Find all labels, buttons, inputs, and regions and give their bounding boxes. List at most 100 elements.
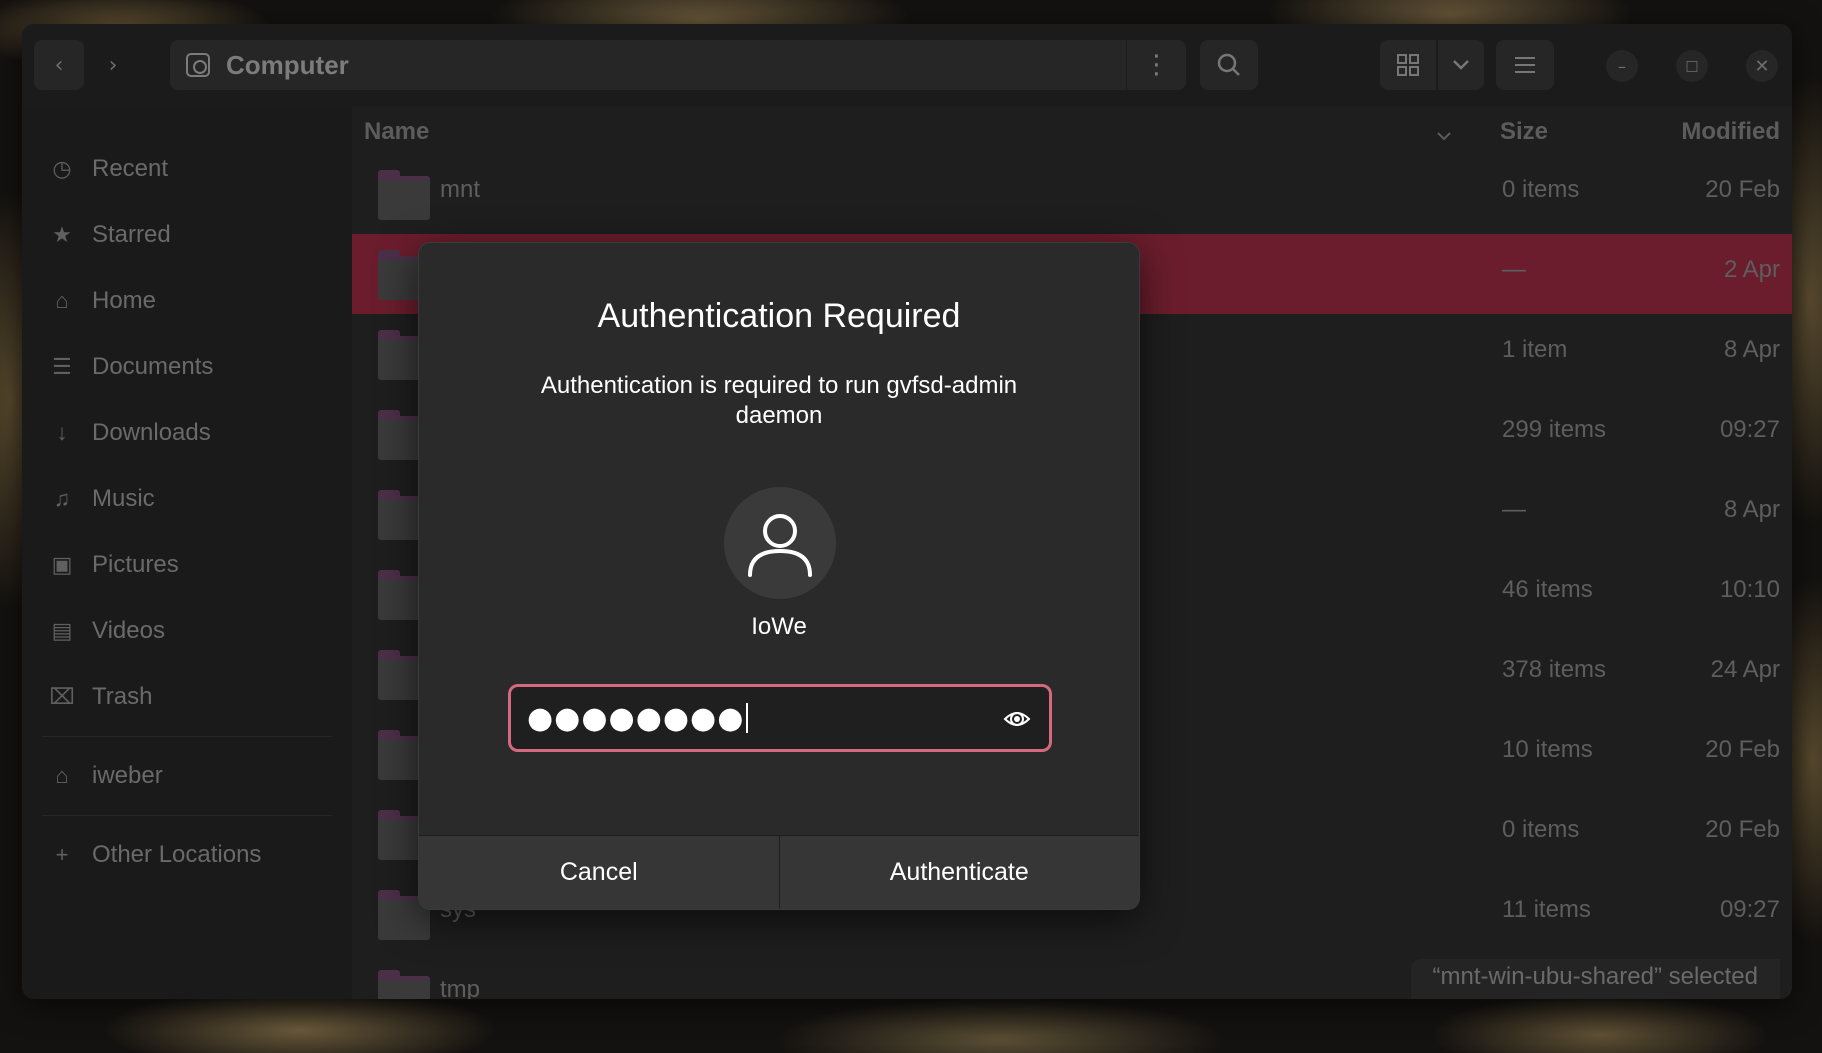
file-size: 299 items (1502, 416, 1607, 443)
column-size-header[interactable]: Size (1500, 118, 1548, 146)
close-icon: ✕ (1754, 55, 1770, 77)
maximize-button[interactable]: □ (1676, 50, 1708, 82)
sidebar-item-recent[interactable]: ◷ Recent (22, 136, 352, 202)
column-modified-header[interactable]: Modified (1681, 118, 1780, 146)
file-modified: 10:10 (1719, 576, 1780, 603)
header-bar: ‹ › Computer ⋮ – □ ✕ (22, 24, 1792, 106)
video-icon: ▤ (51, 618, 73, 643)
column-headers: Name Size Modified (352, 106, 1792, 154)
sidebar-item-downloads[interactable]: ↓ Downloads (22, 400, 352, 466)
search-button[interactable] (1200, 40, 1258, 90)
more-vertical-icon: ⋮ (1143, 50, 1170, 80)
sidebar-item-label: Other Locations (92, 841, 262, 868)
minimize-button[interactable]: – (1606, 50, 1638, 82)
status-bar: “mnt-win-ubu-shared” selected (1410, 959, 1780, 999)
file-modified: 09:27 (1719, 416, 1780, 443)
sidebar-item-label: iweber (92, 762, 163, 789)
path-bar[interactable]: Computer ⋮ (170, 40, 1186, 90)
user-name: IoWe (751, 613, 807, 640)
file-modified: 8 Apr (1723, 496, 1780, 523)
text-caret (746, 703, 749, 733)
sidebar-item-music[interactable]: ♫ Music (22, 466, 352, 532)
file-name: tmp (440, 976, 481, 999)
table-row[interactable]: mnt 0 items 20 Feb (352, 154, 1792, 234)
file-size: 10 items (1502, 736, 1593, 763)
password-mask: ●●●●●●●● (527, 700, 745, 736)
folder-icon (378, 170, 430, 220)
file-modified: 8 Apr (1723, 336, 1780, 363)
location-label: Computer (226, 49, 349, 80)
forward-button[interactable]: › (88, 40, 138, 90)
chevron-left-icon: ‹ (54, 52, 64, 78)
music-icon: ♫ (53, 486, 71, 511)
file-modified: 20 Feb (1705, 736, 1780, 763)
sidebar-item-videos[interactable]: ▤ Videos (22, 598, 352, 664)
file-size: 1 item (1502, 336, 1568, 363)
user-icon (748, 514, 812, 577)
document-icon: ☰ (52, 354, 72, 379)
dialog-message: Authentication is required to run gvfsd-… (540, 372, 1018, 429)
sidebar-item-label: Pictures (92, 551, 179, 578)
plus-icon: + (55, 842, 69, 867)
close-button[interactable]: ✕ (1746, 50, 1778, 82)
file-modified: 2 Apr (1723, 256, 1780, 283)
sidebar-item-label: Recent (92, 155, 169, 182)
dialog-title: Authentication Required (597, 297, 961, 335)
file-modified: 20 Feb (1705, 816, 1780, 843)
clock-icon: ◷ (52, 156, 72, 181)
dialog-buttons: Cancel Authenticate (419, 835, 1139, 909)
sidebar-item-label: Music (92, 485, 155, 512)
path-menu-button[interactable]: ⋮ (1126, 40, 1186, 90)
file-size: 46 items (1502, 576, 1593, 603)
home-icon: ⌂ (55, 288, 69, 313)
sidebar-item-label: Home (92, 287, 157, 314)
sidebar: ◷ Recent ★ Starred ⌂ Home ☰ Documents ↓ Downl… (22, 106, 352, 999)
file-size: — (1502, 256, 1526, 283)
file-size: 378 items (1502, 656, 1607, 683)
authentication-dialog: Authentication Required Authentication i… (418, 242, 1140, 910)
sidebar-item-home[interactable]: ⌂ Home (22, 268, 352, 334)
chevron-down-icon (1453, 60, 1469, 70)
home-icon: ⌂ (55, 763, 69, 788)
file-modified: 20 Feb (1705, 176, 1780, 203)
download-icon: ↓ (56, 420, 68, 445)
drive-icon (186, 53, 210, 77)
file-size: — (1502, 496, 1526, 523)
sidebar-item-other-locations[interactable]: + Other Locations (22, 822, 352, 888)
sidebar-divider (42, 736, 332, 737)
sidebar-item-pictures[interactable]: ▣ Pictures (22, 532, 352, 598)
file-size: 0 items (1502, 176, 1580, 203)
cancel-button[interactable]: Cancel (419, 836, 779, 909)
sidebar-item-label: Starred (92, 221, 171, 248)
sidebar-divider (42, 815, 332, 816)
file-modified: 09:27 (1719, 896, 1780, 923)
view-grid-button[interactable] (1380, 40, 1436, 90)
view-options-button[interactable] (1438, 40, 1484, 90)
file-size: 11 items (1502, 896, 1591, 923)
authenticate-button[interactable]: Authenticate (778, 836, 1139, 909)
file-modified: 24 Apr (1710, 656, 1780, 683)
sort-chevron-icon[interactable] (1436, 120, 1452, 148)
search-icon (1217, 53, 1240, 76)
hamburger-menu-icon (1515, 57, 1535, 73)
picture-icon: ▣ (51, 552, 73, 577)
main-menu-button[interactable] (1496, 40, 1554, 90)
sidebar-item-label: Trash (92, 683, 153, 710)
sidebar-item-starred[interactable]: ★ Starred (22, 202, 352, 268)
sidebar-item-documents[interactable]: ☰ Documents (22, 334, 352, 400)
sidebar-item-trash[interactable]: ⌧ Trash (22, 664, 352, 730)
column-name-header[interactable]: Name (364, 118, 429, 146)
sidebar-item-iweber[interactable]: ⌂ iweber (22, 743, 352, 809)
eye-icon[interactable] (1003, 705, 1031, 733)
star-icon: ★ (52, 222, 72, 247)
password-field[interactable]: ●●●●●●●● (508, 684, 1052, 752)
file-size: 0 items (1502, 816, 1580, 843)
sidebar-item-label: Documents (92, 353, 214, 380)
sidebar-item-label: Videos (92, 617, 165, 644)
folder-icon (378, 970, 430, 999)
grid-view-icon (1397, 54, 1419, 76)
avatar (724, 487, 836, 599)
file-name: mnt (440, 176, 481, 203)
minimize-icon: – (1618, 56, 1626, 76)
back-button[interactable]: ‹ (34, 40, 84, 90)
